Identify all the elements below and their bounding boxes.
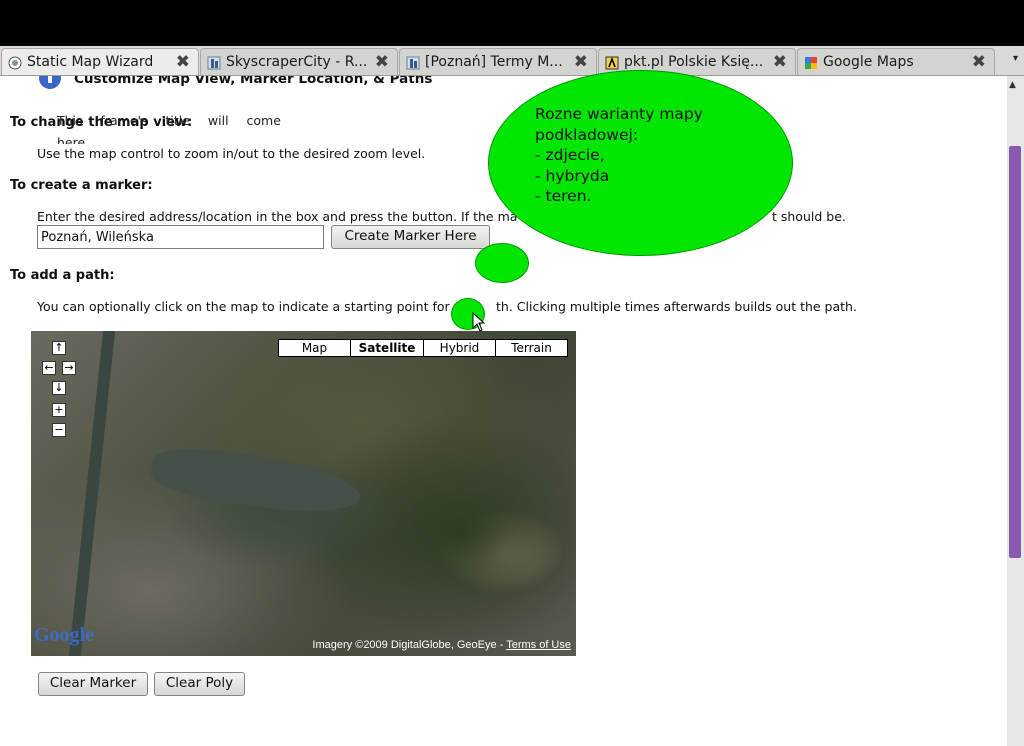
- add-path-text: You can optionally click on the map to i…: [37, 299, 450, 314]
- tab-title: Static Map Wizard: [27, 54, 154, 70]
- tab-title: Google Maps: [823, 54, 914, 70]
- scroll-up-icon[interactable]: ▲: [1009, 80, 1016, 90]
- pan-up-icon[interactable]: ↑: [52, 341, 66, 355]
- create-marker-text-end: t should be.: [772, 209, 846, 224]
- pan-right-icon[interactable]: →: [62, 361, 76, 375]
- step-number-icon: [39, 76, 61, 89]
- map-attribution: Imagery ©2009 DigitalGlobe, GeoEye - Ter…: [312, 639, 571, 651]
- google-logo: Google: [34, 624, 94, 646]
- tab-skyscrapercity[interactable]: SkyscraperCity - R... ✖: [200, 48, 398, 75]
- change-view-text: Use the map control to zoom in/out to th…: [37, 146, 426, 161]
- skyscrapercity-icon: [406, 55, 420, 70]
- clear-poly-button[interactable]: Clear Poly: [154, 672, 245, 696]
- annotation-text: Rozne warianty mapy podkladowej: - zdjec…: [535, 104, 703, 207]
- create-marker-text: Enter the desired address/location in th…: [37, 209, 518, 224]
- create-marker-button[interactable]: Create Marker Here: [331, 225, 490, 249]
- section-title: Customize Map View, Marker Location, & P…: [74, 76, 433, 87]
- tab-close-icon[interactable]: ✖: [574, 52, 588, 72]
- annotation-line: Rozne warianty mapy: [535, 105, 703, 123]
- map-lake: [148, 441, 364, 521]
- satellite-map[interactable]: Map Satellite Hybrid Terrain ↑ ← → ↓ + −…: [31, 331, 576, 656]
- tab-close-icon[interactable]: ✖: [375, 52, 389, 72]
- annotation-line: podkladowej:: [535, 125, 639, 144]
- annotation-bubble-tail-large: [475, 243, 529, 283]
- add-path-text-end: th. Clicking multiple times afterwards b…: [496, 299, 857, 314]
- pan-down-icon[interactable]: ↓: [52, 381, 66, 395]
- skyscrapercity-icon: [207, 55, 221, 70]
- tab-poznan-termy[interactable]: [Poznań] Termy M... ✖: [399, 48, 597, 75]
- browser-tab-strip: Static Map Wizard ✖ SkyscraperCity - R..…: [0, 46, 1024, 76]
- screen-top-black-bar: [0, 0, 1024, 46]
- tab-close-icon[interactable]: ✖: [176, 52, 190, 72]
- mouse-cursor-icon: [472, 312, 486, 332]
- tab-title: pkt.pl Polskie Księ...: [624, 54, 764, 70]
- tab-google-maps[interactable]: Google Maps ✖: [797, 48, 995, 75]
- zoom-out-icon[interactable]: −: [52, 423, 66, 437]
- pan-left-icon[interactable]: ←: [42, 361, 56, 375]
- google-maps-icon: [804, 55, 818, 69]
- attribution-text: Imagery ©2009 DigitalGlobe, GeoEye -: [312, 639, 507, 651]
- tab-close-icon[interactable]: ✖: [773, 52, 787, 72]
- zoom-in-icon[interactable]: +: [52, 403, 66, 417]
- heading-create-marker: To create a marker:: [10, 178, 153, 193]
- vertical-scrollbar[interactable]: ▲: [1007, 76, 1024, 746]
- annotation-line: - teren.: [535, 187, 592, 205]
- map-type-map-button[interactable]: Map: [278, 339, 351, 357]
- address-input[interactable]: [37, 225, 324, 249]
- map-type-terrain-button[interactable]: Terrain: [495, 339, 568, 357]
- page-icon: [8, 55, 22, 70]
- heading-add-path: To add a path:: [10, 268, 115, 283]
- map-type-hybrid-button[interactable]: Hybrid: [423, 339, 496, 357]
- map-type-satellite-button[interactable]: Satellite: [350, 339, 424, 357]
- scrollbar-thumb[interactable]: [1009, 146, 1021, 558]
- clear-marker-button[interactable]: Clear Marker: [38, 672, 148, 696]
- tab-title: [Poznań] Termy M...: [425, 54, 563, 70]
- terms-of-use-link[interactable]: Terms of Use: [506, 639, 571, 651]
- tab-title: SkyscraperCity - R...: [226, 54, 368, 70]
- map-river: [68, 331, 116, 656]
- frame-title-placeholder: This frame's title will come here: [57, 113, 281, 144]
- tab-list-chevron-icon[interactable]: ▾: [1013, 53, 1018, 64]
- annotation-line: - hybryda: [535, 166, 610, 185]
- pkt-icon: [605, 55, 619, 70]
- annotation-line: - zdjecie,: [535, 146, 605, 164]
- tab-close-icon[interactable]: ✖: [972, 52, 986, 72]
- tab-static-map-wizard[interactable]: Static Map Wizard ✖: [1, 48, 199, 75]
